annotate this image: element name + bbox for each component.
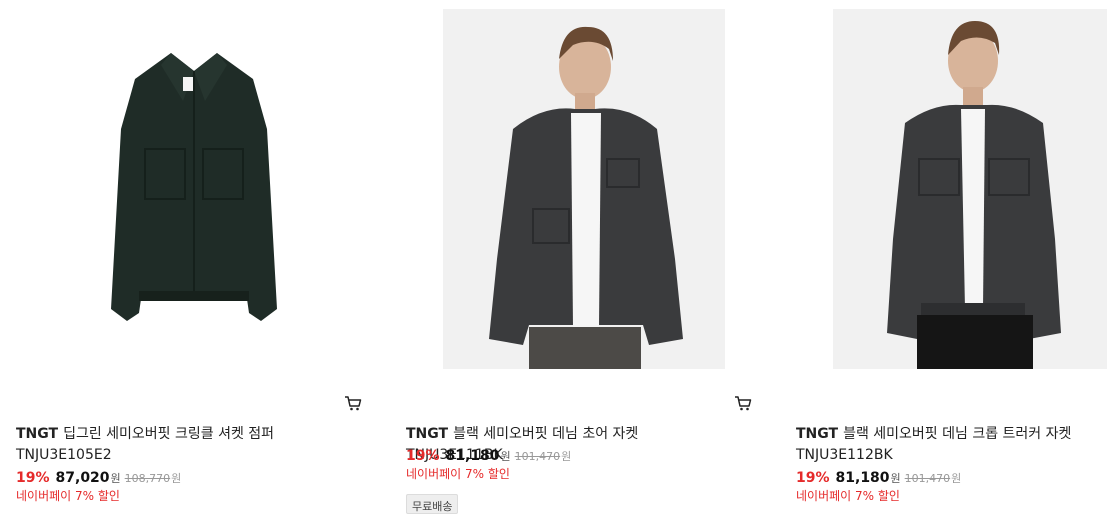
product-card[interactable]: TNGT 블랙 세미오버핏 데님 크롭 트러커 자켓 TNJU3E112BK 19…: [796, 0, 1107, 507]
cart-icon[interactable]: [734, 394, 752, 412]
product-image[interactable]: [833, 9, 1107, 369]
discount-rate: 19%: [16, 470, 50, 486]
product-title[interactable]: TNGT 딥그린 세미오버핏 크링클 셔켓 점퍼 TNJU3E105E2: [16, 424, 346, 466]
currency-label: 원: [890, 472, 901, 485]
price-row: 19% 87,020원 108,770원: [16, 469, 181, 488]
product-card[interactable]: TNGT 딥그린 세미오버핏 크링클 셔켓 점퍼 TNJU3E105E2 19% 8…: [16, 0, 362, 507]
product-image[interactable]: [53, 9, 335, 369]
benefit-text: 네이버페이 7% 할인: [16, 489, 120, 503]
denim-trucker-model-image: [833, 9, 1107, 369]
discount-rate: 19%: [796, 470, 830, 486]
product-brand: TNGT: [406, 426, 449, 442]
currency-label: 원: [110, 472, 121, 485]
product-brand: TNGT: [796, 426, 839, 442]
free-shipping-badge: 무료배송: [406, 494, 459, 514]
product-card[interactable]: TNGT 블랙 세미오버핏 데님 초어 자켓 TNJU3E111BK 19% 81,…: [406, 0, 752, 514]
price-row: 19% 81,180원 101,470원: [796, 469, 961, 488]
denim-jacket-model-image: [443, 9, 725, 369]
sale-price: 81,180: [835, 470, 890, 486]
original-price: 108,770: [124, 472, 171, 485]
cart-icon[interactable]: [344, 394, 362, 412]
currency-label: 원: [500, 450, 511, 463]
benefit-text: 네이버페이 7% 할인: [796, 489, 900, 503]
sale-price: 87,020: [55, 470, 110, 486]
discount-rate: 19%: [406, 448, 440, 464]
original-price: 101,470: [514, 450, 561, 463]
product-image[interactable]: [443, 9, 725, 369]
sale-price: 81,180: [445, 448, 500, 464]
benefit-text: 네이버페이 7% 할인: [406, 467, 510, 481]
price-row: 19% 81,180원 101,470원: [406, 447, 571, 466]
green-jacket-image: [53, 9, 335, 369]
product-brand: TNGT: [16, 426, 59, 442]
original-currency-label: 원: [171, 472, 182, 485]
original-price: 101,470: [904, 472, 951, 485]
product-title[interactable]: TNGT 블랙 세미오버핏 데님 크롭 트러커 자켓 TNJU3E112BK: [796, 424, 1107, 466]
original-currency-label: 원: [561, 450, 572, 463]
original-currency-label: 원: [951, 472, 962, 485]
